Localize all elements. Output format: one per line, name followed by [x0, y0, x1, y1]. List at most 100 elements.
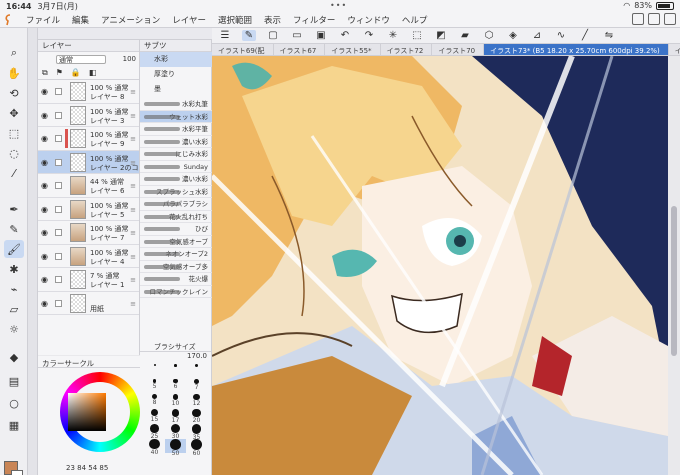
canvas-tab[interactable]: イラスト69(配 — [212, 44, 274, 55]
drag-handle-icon[interactable]: ≡ — [130, 88, 136, 96]
menu-edit[interactable]: 編集 — [66, 14, 95, 26]
layer-select-checkbox[interactable] — [55, 182, 62, 189]
visibility-eye-icon[interactable]: ◉ — [41, 181, 48, 190]
layer-row[interactable]: ◉ 100 % 通常 レイヤー 4 ≡ — [38, 245, 139, 268]
brush-size-option[interactable] — [144, 364, 165, 378]
brush-item[interactable]: スプラッシュ水彩 — [140, 186, 212, 198]
lock-icon[interactable]: 🔒 — [71, 68, 81, 78]
transform-icon[interactable]: ⬡ — [482, 30, 496, 41]
app-logo-icon[interactable] — [0, 12, 20, 28]
blend-mode-select[interactable]: 通常 — [56, 55, 106, 64]
layer-row[interactable]: ◉ 44 % 通常 レイヤー 6 ≡ — [38, 174, 139, 198]
brush-item[interactable]: 濃い水彩 — [140, 173, 212, 186]
brush-size-option[interactable]: 60 — [186, 439, 207, 457]
brush-size-option[interactable]: 15 — [144, 409, 165, 423]
canvas-tab[interactable]: イラスト73* (B5 18.20 x 25.70cm 600dpi 39.2%… — [484, 44, 669, 55]
layer-select-checkbox[interactable] — [55, 158, 62, 166]
drag-handle-icon[interactable]: ≡ — [130, 112, 136, 120]
brush-item[interactable]: パラパラブラシ — [140, 198, 212, 211]
drag-handle-icon[interactable]: ≡ — [130, 182, 136, 190]
menu-selection[interactable]: 選択範囲 — [212, 14, 258, 26]
move-tool-icon[interactable]: ✥ — [4, 104, 24, 122]
fill-tool-icon[interactable]: ◆ — [4, 348, 24, 366]
drag-handle-icon[interactable]: ≡ — [130, 300, 136, 308]
zoom-tool-icon[interactable]: ⌕ — [4, 44, 24, 62]
brush-item[interactable]: にじみ水彩 — [140, 148, 212, 161]
flip-icon[interactable]: ⇋ — [602, 30, 616, 41]
brush-item[interactable]: ウェット水彩 — [140, 110, 212, 123]
quick-access-icon[interactable]: ✎ — [242, 30, 256, 41]
visibility-eye-icon[interactable]: ◉ — [41, 252, 48, 261]
clip-icon[interactable]: ⧉ — [42, 68, 48, 78]
brush-item[interactable]: 空気感オーブ — [140, 236, 212, 248]
multitask-dots[interactable]: ••• — [330, 1, 347, 10]
ruler-icon[interactable]: ⊿ — [530, 30, 544, 41]
selection-tool-icon[interactable]: ⬚ — [4, 124, 24, 142]
visibility-eye-icon[interactable]: ◉ — [41, 158, 48, 167]
brush-tool-icon[interactable]: 🖌 — [4, 240, 24, 258]
menu-help[interactable]: ヘルプ — [396, 14, 434, 26]
layer-row[interactable]: ◉ 用紙 ≡ — [38, 292, 139, 315]
pen-pressure-icon[interactable]: ╱ — [578, 30, 592, 41]
rotate-tool-icon[interactable]: ⟲ — [4, 84, 24, 102]
brush-size-value[interactable]: 170.0 — [187, 352, 207, 360]
brush-size-option[interactable]: 5 — [144, 379, 165, 393]
brush-size-option[interactable]: 10 — [165, 394, 186, 408]
lasso-tool-icon[interactable]: ◌ — [4, 144, 24, 162]
brush-size-option[interactable]: 50 — [165, 439, 186, 457]
menu-layer[interactable]: レイヤー — [166, 14, 212, 26]
brush-item[interactable]: 水彩丸筆 — [140, 98, 212, 111]
layer-select-checkbox[interactable] — [55, 276, 62, 283]
redo-icon[interactable]: ↷ — [362, 30, 376, 41]
visibility-eye-icon[interactable]: ◉ — [41, 275, 48, 284]
saturation-value-square[interactable] — [68, 393, 106, 431]
new-file-icon[interactable]: ▢ — [266, 30, 280, 41]
layer-opacity-value[interactable]: 100 — [123, 55, 136, 63]
brush-item[interactable]: 水彩平筆 — [140, 123, 212, 136]
canvas-tab[interactable]: イラスト55* — [325, 44, 381, 55]
brush-size-option[interactable] — [165, 364, 186, 378]
tab-layer[interactable]: レイヤー — [42, 40, 72, 51]
drag-handle-icon[interactable]: ≡ — [130, 135, 136, 143]
eyedropper-tool-icon[interactable]: ⁄ — [4, 164, 24, 182]
menu-window[interactable]: ウィンドウ — [341, 14, 396, 26]
visibility-eye-icon[interactable]: ◉ — [41, 87, 48, 96]
deselect-icon[interactable]: ⬚ — [410, 30, 424, 41]
undo-icon[interactable]: ↶ — [338, 30, 352, 41]
category-thick-paint[interactable]: 厚塗り — [140, 67, 212, 82]
visibility-eye-icon[interactable]: ◉ — [41, 134, 48, 143]
layer-select-checkbox[interactable] — [55, 205, 62, 213]
stabilize-icon[interactable]: ∿ — [554, 30, 568, 41]
eraser-tool-icon[interactable]: ▱ — [4, 300, 24, 318]
brush-size-option[interactable]: 30 — [165, 424, 186, 440]
category-ink[interactable]: 墨 — [140, 82, 212, 97]
account-icon[interactable] — [664, 13, 676, 25]
layer-select-checkbox[interactable] — [55, 229, 62, 236]
layer-row[interactable]: ◉ 7 % 通常 レイヤー 1 ≡ — [38, 268, 139, 292]
blend-tool-icon[interactable]: ☼ — [4, 320, 24, 338]
category-watercolor[interactable]: 水彩 — [140, 52, 212, 67]
menu-list-icon[interactable]: ☰ — [218, 30, 232, 41]
open-icon[interactable]: ▭ — [290, 30, 304, 41]
save-icon[interactable]: ▣ — [314, 30, 328, 41]
brush-size-option[interactable]: 7 — [186, 379, 207, 393]
layer-row[interactable]: ◉ 100 % 通常 レイヤー 9 ≡ — [38, 127, 139, 151]
canvas-area[interactable] — [212, 56, 668, 475]
layer-row[interactable]: ◉ 100 % 通常 レイヤー 8 ≡ — [38, 80, 139, 104]
settings-icon[interactable] — [648, 13, 660, 25]
brush-item[interactable]: ひび — [140, 223, 212, 236]
brush-item[interactable]: 空気感オーブ多 — [140, 261, 212, 273]
drag-handle-icon[interactable]: ≡ — [130, 206, 136, 214]
layer-select-checkbox[interactable] — [55, 88, 62, 95]
clear-icon[interactable]: ✳ — [386, 30, 400, 41]
drag-handle-icon[interactable]: ≡ — [130, 253, 136, 261]
brush-item[interactable]: 花火乱れ打ち — [140, 211, 212, 223]
menu-file[interactable]: ファイル — [20, 14, 66, 26]
visibility-eye-icon[interactable]: ◉ — [41, 111, 48, 120]
drag-handle-icon[interactable]: ≡ — [130, 276, 136, 284]
airbrush-tool-icon[interactable]: ⌁ — [4, 280, 24, 298]
brush-size-option[interactable]: 17 — [165, 409, 186, 424]
brush-item[interactable]: ネオンオーブ2 — [140, 248, 212, 261]
mask-icon[interactable]: ◧ — [89, 68, 97, 78]
brush-size-option[interactable]: 12 — [186, 394, 207, 408]
